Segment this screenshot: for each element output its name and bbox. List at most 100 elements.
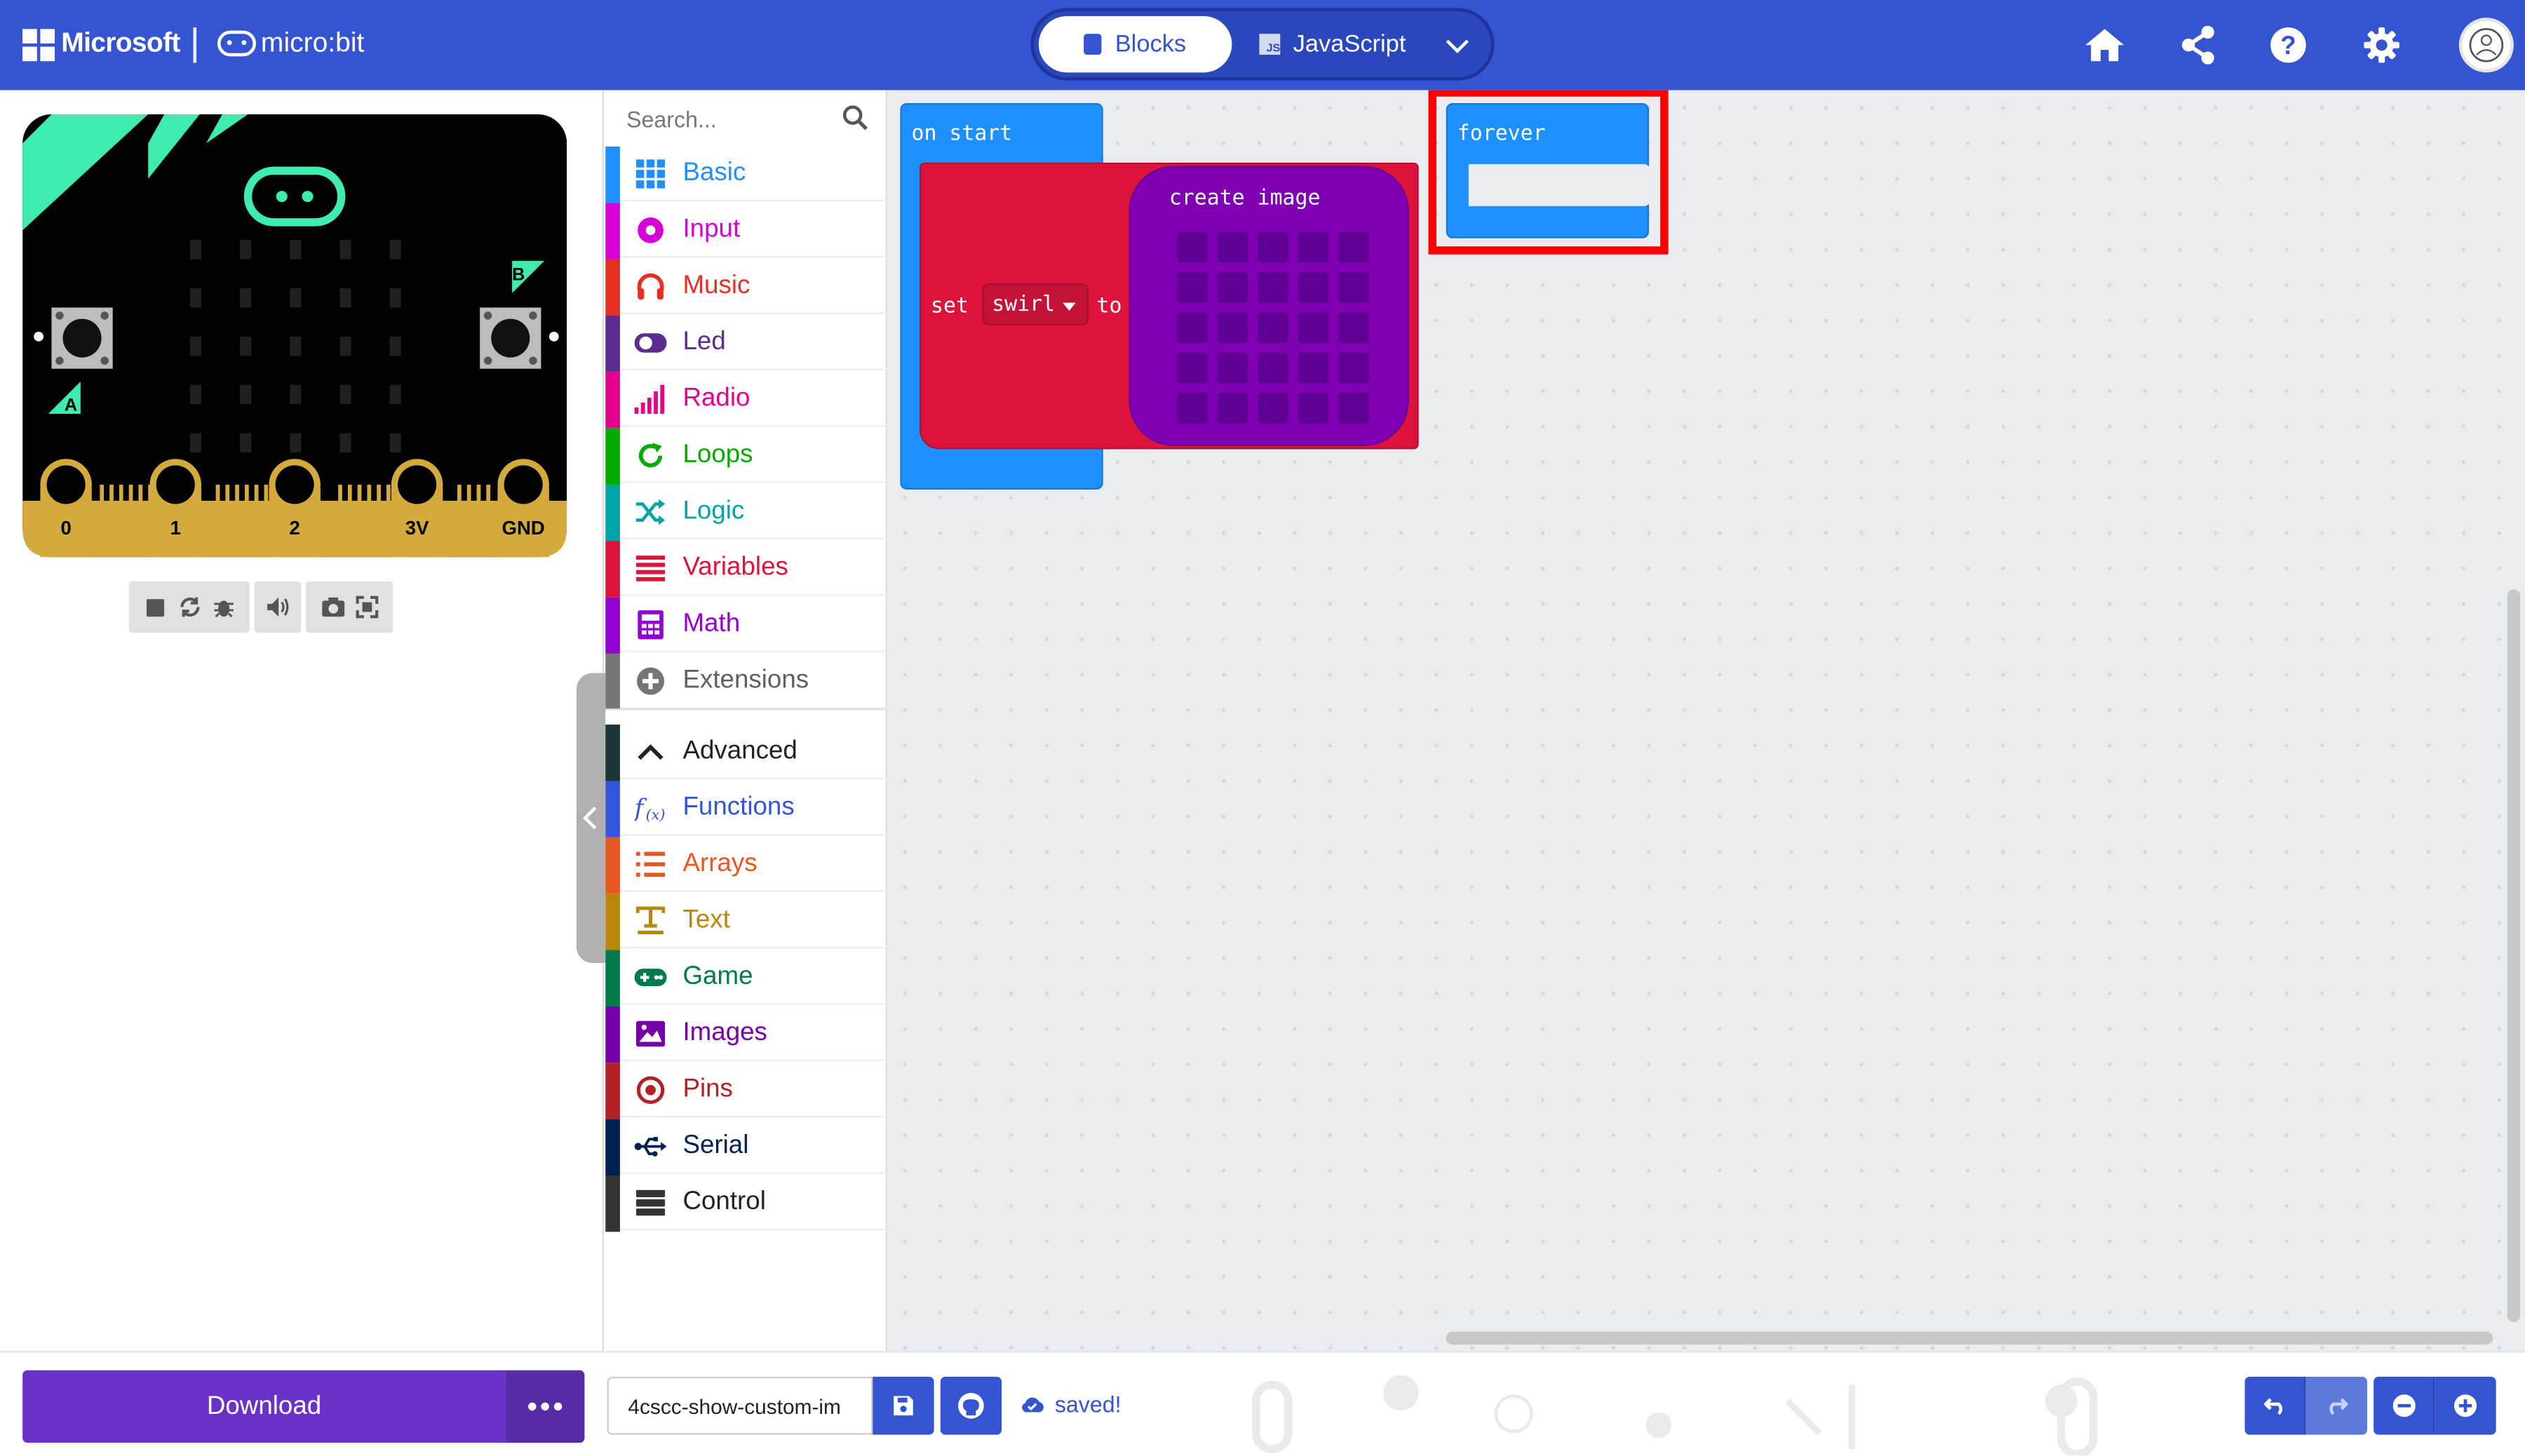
github-button[interactable] (940, 1376, 1002, 1435)
simulator-panel: A B 0 1 2 3V GND (0, 90, 606, 1351)
led-cell[interactable] (1298, 352, 1329, 384)
save-icon (894, 1396, 913, 1416)
category-text[interactable]: Text (605, 894, 888, 950)
led-cell[interactable] (1298, 231, 1329, 263)
led-cell[interactable] (1217, 312, 1248, 344)
category-label: Input (682, 215, 741, 243)
category-logic[interactable]: Logic (605, 485, 888, 541)
variable-dropdown[interactable]: swirl (982, 283, 1089, 325)
led-cell[interactable] (1338, 393, 1369, 424)
category-loops[interactable]: Loops (605, 428, 888, 485)
category-led[interactable]: Led (605, 315, 888, 372)
pin-0-label: 0 (60, 517, 71, 539)
led-cell[interactable] (1177, 352, 1208, 384)
search-icon[interactable] (842, 105, 868, 138)
led-cell[interactable] (1258, 393, 1288, 424)
vertical-scrollbar[interactable] (2507, 589, 2521, 1322)
category-math[interactable]: Math (605, 597, 888, 654)
category-variables[interactable]: Variables (605, 541, 888, 598)
button-a[interactable] (51, 307, 113, 369)
led-cell[interactable] (1217, 231, 1248, 263)
tab-blocks[interactable]: Blocks (1038, 15, 1232, 73)
save-status: saved! (1019, 1391, 1122, 1417)
led-cell[interactable] (1258, 312, 1288, 344)
category-images[interactable]: Images (605, 1006, 888, 1063)
pin-gnd[interactable] (497, 459, 549, 558)
project-name-input[interactable] (607, 1376, 873, 1435)
zoom-out-button[interactable] (2374, 1376, 2435, 1435)
category-functions[interactable]: f (x) Functions (605, 781, 888, 837)
led-cell[interactable] (1217, 393, 1248, 424)
category-pins[interactable]: Pins (605, 1063, 888, 1119)
settings-icon[interactable] (2359, 22, 2404, 67)
led-cell[interactable] (1177, 272, 1208, 303)
top-menu-bar: Microsoft micro:bit Blocks JS JavaScript… (0, 0, 2525, 90)
led-cell[interactable] (1338, 231, 1369, 263)
pin-0[interactable] (40, 459, 92, 558)
user-avatar[interactable] (2458, 18, 2514, 73)
lines-icon (635, 552, 667, 584)
category-control[interactable]: Control (605, 1175, 888, 1232)
pin-3v[interactable] (391, 459, 443, 558)
button-b[interactable] (480, 307, 541, 369)
chevron-down-icon[interactable] (1446, 30, 1469, 53)
led-cell[interactable] (1338, 352, 1369, 384)
fullscreen-icon[interactable] (349, 583, 383, 631)
led-cell[interactable] (1338, 312, 1369, 344)
collapse-simulator-button[interactable] (576, 673, 606, 963)
zoom-in-button[interactable] (2435, 1376, 2496, 1435)
led-cell[interactable] (1258, 231, 1288, 263)
undo-button[interactable] (2244, 1376, 2306, 1435)
create-image-block[interactable]: create image (1129, 166, 1409, 446)
category-serial[interactable]: Serial (605, 1119, 888, 1176)
category-game[interactable]: Game (605, 950, 888, 1006)
mute-icon[interactable] (261, 583, 295, 631)
download-button[interactable]: Download (22, 1370, 506, 1443)
led-cell[interactable] (1338, 272, 1369, 303)
led-cell[interactable] (1258, 352, 1288, 384)
led-cell[interactable] (1298, 312, 1329, 344)
home-icon[interactable] (2082, 22, 2127, 67)
help-icon[interactable]: ? (2265, 22, 2310, 67)
category-basic[interactable]: Basic (605, 146, 888, 203)
pin-1[interactable] (149, 459, 201, 558)
tab-javascript-label: JavaScript (1293, 30, 1406, 58)
toolbox-separator (605, 708, 888, 721)
category-advanced[interactable]: Advanced (605, 724, 888, 781)
led-cell[interactable] (1177, 312, 1208, 344)
screenshot-icon[interactable] (316, 583, 349, 631)
footer-decoration (1252, 1375, 2098, 1456)
tab-javascript[interactable]: JS JavaScript (1259, 16, 1420, 72)
category-label: Text (682, 906, 730, 934)
category-extensions[interactable]: Extensions (605, 654, 888, 710)
redo-button[interactable] (2305, 1376, 2367, 1435)
debug-icon[interactable] (206, 583, 240, 631)
category-radio[interactable]: Radio (605, 372, 888, 429)
blocks-workspace[interactable]: on start set swirl to create image forev… (887, 90, 2525, 1351)
category-arrays[interactable]: Arrays (605, 837, 888, 894)
led-cell[interactable] (1177, 393, 1208, 424)
restart-icon[interactable] (173, 583, 206, 631)
share-icon[interactable] (2176, 22, 2221, 67)
led-cell[interactable] (1298, 393, 1329, 424)
microbit-board[interactable]: A B 0 1 2 3V GND (22, 114, 567, 558)
category-input[interactable]: Input (605, 203, 888, 259)
search-input[interactable] (626, 102, 836, 135)
led-image-editor[interactable] (1177, 231, 1369, 424)
pin-2[interactable] (269, 459, 321, 558)
led-cell[interactable] (1217, 352, 1248, 384)
led-cell[interactable] (1258, 272, 1288, 303)
led-cell[interactable] (1177, 231, 1208, 263)
category-music[interactable]: Music (605, 259, 888, 316)
blocks-icon (1084, 34, 1103, 55)
tab-blocks-label: Blocks (1115, 30, 1187, 58)
microbit-brand[interactable]: micro:bit (261, 27, 364, 60)
led-cell[interactable] (1298, 272, 1329, 303)
more-options-button[interactable] (505, 1370, 585, 1443)
highlight-box (1428, 90, 1669, 255)
led-cell[interactable] (1217, 272, 1248, 303)
simulator-controls (128, 581, 393, 633)
stop-icon[interactable] (138, 583, 172, 631)
save-button[interactable] (873, 1376, 934, 1435)
horizontal-scrollbar[interactable] (1446, 1331, 2493, 1345)
